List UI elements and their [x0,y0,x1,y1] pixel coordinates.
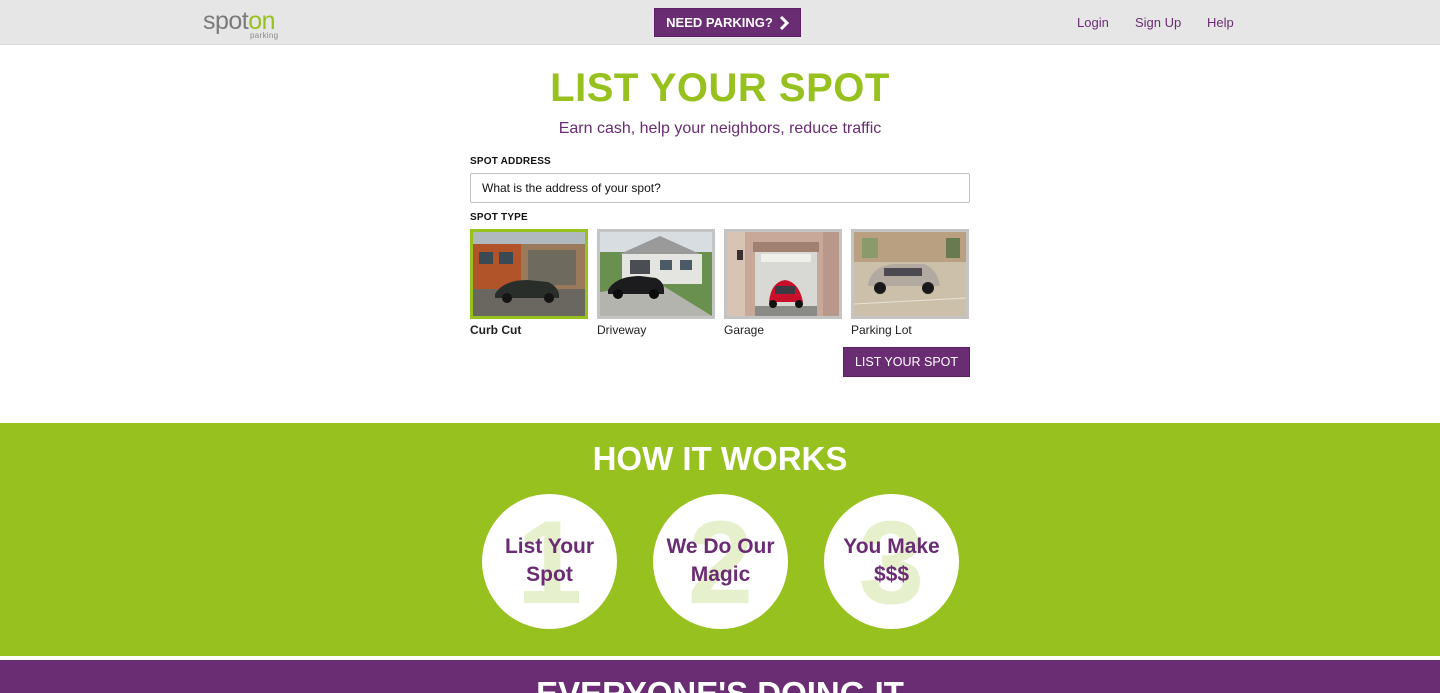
garage-image [727,232,839,316]
page-title: LIST YOUR SPOT [550,66,890,110]
curb-cut-photo [470,229,588,319]
list-your-spot-button[interactable]: LIST YOUR SPOT [843,347,970,377]
spot-address-input[interactable] [470,173,970,203]
spot-type-curb-cut[interactable]: Curb Cut [470,229,588,337]
step-2-text: We Do Our Magic [666,535,775,586]
top-nav-bar: spoton parking NEED PARKING? Login Sign … [0,0,1440,45]
spoton-logo[interactable]: spoton parking [203,8,283,42]
parking-lot-image [854,232,966,316]
spot-type-label-driveway: Driveway [597,323,647,337]
step-1-circle: 1 List Your Spot [482,494,617,629]
everyone-title: EVERYONE'S DOING IT [0,675,1440,693]
spot-type-label-parking-lot: Parking Lot [851,323,912,337]
page-subtitle: Earn cash, help your neighbors, reduce t… [558,120,882,137]
help-link[interactable]: Help [1207,15,1234,30]
step-3-text: You Make $$$ [843,535,940,586]
driveway-photo [597,229,715,319]
everyone-section: EVERYONE'S DOING IT [0,660,1440,693]
spot-type-garage[interactable]: Garage [724,229,842,337]
login-link[interactable]: Login [1077,15,1109,30]
signup-link[interactable]: Sign Up [1135,15,1181,30]
how-it-works-title: HOW IT WORKS [592,440,848,477]
spot-type-label-curb-cut: Curb Cut [470,323,522,337]
spot-address-label: SPOT ADDRESS [470,156,551,167]
step-2-circle: 2 We Do Our Magic [653,494,788,629]
spot-type-label: SPOT TYPE [470,212,528,223]
garage-photo [724,229,842,319]
curb-cut-image [473,232,585,316]
spot-type-parking-lot[interactable]: Parking Lot [851,229,969,337]
need-parking-label: NEED PARKING? [666,15,773,30]
spot-type-label-garage: Garage [724,323,765,337]
logo-subtext: parking [250,31,279,40]
spot-type-driveway[interactable]: Driveway [597,229,715,337]
need-parking-button[interactable]: NEED PARKING? [654,8,801,37]
how-it-works-section: HOW IT WORKS 1 List Your Spot 2 We Do Our… [0,423,1440,656]
step-3-circle: 3 You Make $$$ [824,494,959,629]
step-1-text: List Your Spot [504,535,595,586]
spot-type-selector: Curb Cut Driveway Garage Parking Lot [470,229,980,339]
driveway-image [600,232,712,316]
chevron-right-icon [779,15,789,30]
parking-lot-photo [851,229,969,319]
